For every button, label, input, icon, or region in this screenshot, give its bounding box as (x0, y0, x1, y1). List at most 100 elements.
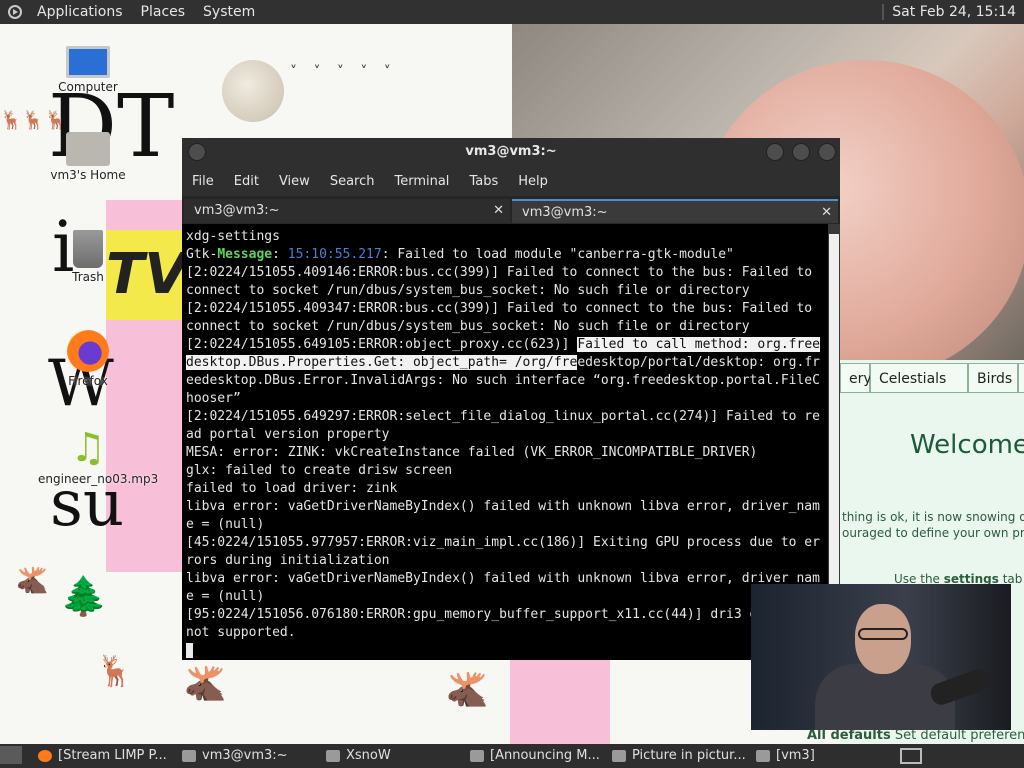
browser-tab-scenery[interactable]: ery (840, 363, 872, 393)
close-icon[interactable] (818, 143, 836, 161)
output-line: MESA: error: ZINK: vkCreateInstance fail… (186, 445, 758, 460)
desktop-icon-label: Trash (72, 270, 104, 284)
browser-tab-celestials[interactable]: Celestials (870, 363, 968, 393)
xsnow-moose-icon: 🫎 (16, 566, 49, 596)
output-line: Gtk- (186, 247, 218, 262)
desktop-icon-firefox[interactable]: Firefox (38, 330, 138, 388)
welcome-text-line1: thing is ok, it is now snowing or (842, 510, 1024, 524)
trash-icon (73, 230, 103, 268)
webcam-person-glasses (858, 628, 908, 640)
desktop-icon-label: vm3's Home (50, 168, 126, 182)
taskbar-item-label: XsnoW (346, 748, 391, 763)
applications-menu[interactable]: Applications (28, 0, 132, 24)
desktop-icon-home[interactable]: vm3's Home (38, 132, 138, 182)
window-title: vm3@vm3:~ (465, 144, 557, 159)
set-default-preferences-button[interactable]: Set default preferences (895, 728, 1024, 743)
music-note-icon: ♫ (70, 425, 106, 471)
xsnow-birds-icon: ˅ ˅ ˅ ˅ ˅ (290, 64, 397, 80)
taskbar-item-announcing[interactable]: [Announcing M... (470, 746, 604, 766)
home-folder-icon (66, 132, 110, 166)
output-line: [2:0224/151055.409347:ERROR:bus.cc(399)]… (186, 301, 820, 334)
taskbar-item-vm3[interactable]: [vm3] (756, 746, 876, 766)
panel-separator (882, 4, 885, 20)
desktop-icon-label: Firefox (68, 374, 108, 388)
window-icon (470, 749, 484, 762)
output-line: Message (217, 247, 273, 262)
taskbar-item-xsnow[interactable]: XsnoW (326, 746, 436, 766)
firefox-icon (67, 330, 109, 372)
terminal-tab-2[interactable]: vm3@vm3:~ ✕ (512, 199, 838, 223)
browser-footer: All defaults Set default preferences (807, 728, 1024, 743)
output-timestamp: 15:10:55.217 (287, 247, 382, 262)
panel-clock[interactable]: Sat Feb 24, 15:14 (892, 4, 1024, 20)
tab-label: vm3@vm3:~ (522, 205, 608, 220)
xsnow-icon (326, 749, 340, 762)
desktop-icon-computer[interactable]: Computer (38, 46, 138, 94)
window-menu-icon[interactable] (188, 143, 206, 161)
tab-close-icon[interactable]: ✕ (821, 201, 832, 225)
terminal-window: vm3@vm3:~ File Edit View Search Terminal… (182, 138, 840, 660)
desktop-icon-mp3[interactable]: ♫ engineer_no03.mp3 (38, 425, 159, 486)
window-icon (612, 749, 626, 762)
xsnow-reindeer-icon: 🦌 (96, 654, 134, 689)
terminal-tabbar: vm3@vm3:~ ✕ vm3@vm3:~ ✕ (182, 196, 840, 224)
desktop-icon-label: engineer_no03.mp3 (38, 472, 159, 486)
background-pink-block (510, 650, 610, 745)
output-line: xdg-settings (186, 229, 280, 244)
taskbar-item-label: [vm3] (776, 748, 815, 763)
menu-help[interactable]: Help (508, 174, 558, 189)
output-line: [2:0224/151055.649297:ERROR:select_file_… (186, 409, 820, 442)
menu-file[interactable]: File (182, 174, 224, 189)
taskbar-item-terminal[interactable]: vm3@vm3:~ (182, 746, 292, 766)
taskbar-item-label: [Announcing M... (490, 748, 600, 763)
output-line: [2:0224/151055.409146:ERROR:bus.cc(399)]… (186, 265, 820, 298)
taskbar-item-label: vm3@vm3:~ (202, 748, 288, 763)
menu-view[interactable]: View (269, 174, 320, 189)
browser-tab-settings[interactable]: Se (1018, 363, 1024, 393)
distro-logo-icon[interactable] (8, 5, 22, 19)
menu-tabs[interactable]: Tabs (459, 174, 508, 189)
terminal-scrollbar-thumb[interactable] (829, 234, 839, 584)
taskbar-item-pip[interactable]: Picture in pictur... (612, 746, 746, 766)
output-line: : (272, 247, 288, 262)
maximize-icon[interactable] (792, 143, 810, 161)
menu-edit[interactable]: Edit (224, 174, 269, 189)
taskbar-item-label: Picture in pictur... (632, 748, 746, 763)
all-defaults-button[interactable]: All defaults (807, 728, 891, 743)
menu-search[interactable]: Search (320, 174, 385, 189)
terminal-icon (182, 749, 196, 762)
terminal-titlebar[interactable]: vm3@vm3:~ (182, 138, 840, 166)
places-menu[interactable]: Places (132, 0, 195, 24)
output-line: glx: failed to create drisw screen (186, 463, 453, 478)
taskbar-item-stream[interactable]: [Stream LIMP P... (38, 746, 172, 766)
workspace-switcher-icon[interactable] (900, 748, 922, 764)
output-line: libva error: vaGetDriverNameByIndex() fa… (186, 571, 820, 604)
show-desktop-icon[interactable] (0, 746, 22, 764)
xsnow-reindeer-sleigh-icon: 🦌🦌🦌 (0, 110, 68, 131)
desktop-icon-trash[interactable]: Trash (38, 230, 138, 284)
browser-tab-birds[interactable]: Birds (968, 363, 1018, 393)
tab-close-icon[interactable]: ✕ (493, 199, 504, 223)
xsnow-moon (222, 60, 284, 122)
terminal-cursor (186, 643, 193, 658)
menu-terminal[interactable]: Terminal (384, 174, 459, 189)
xsnow-moose-icon: 🫎 (446, 670, 489, 710)
welcome-text-line2: ouraged to define your own pre (842, 526, 1024, 540)
taskbar-item-label: [Stream LIMP P... (58, 748, 167, 763)
xsnow-tree-icon: 🌲 (60, 574, 108, 618)
desktop-icon-label: Computer (58, 80, 118, 94)
output-line: [45:0224/151055.977957:ERROR:viz_main_im… (186, 535, 820, 568)
output-line: : Failed to load module "canberra-gtk-mo… (381, 247, 734, 262)
folder-icon (756, 749, 770, 762)
output-line: [2:0224/151055.649105:ERROR:object_proxy… (186, 337, 578, 352)
top-panel: Applications Places System Sat Feb 24, 1… (0, 0, 1024, 24)
system-menu[interactable]: System (194, 0, 264, 24)
minimize-icon[interactable] (766, 143, 784, 161)
terminal-output[interactable]: xdg-settings Gtk-Message: 15:10:55.217: … (182, 224, 828, 660)
xsnow-moose-icon: 🫎 (184, 664, 227, 704)
firefox-icon (38, 749, 52, 762)
terminal-tab-1[interactable]: vm3@vm3:~ ✕ (184, 199, 510, 223)
computer-icon (66, 46, 110, 78)
output-line: libva error: vaGetDriverNameByIndex() fa… (186, 499, 820, 532)
output-line: failed to load driver: zink (186, 481, 398, 496)
